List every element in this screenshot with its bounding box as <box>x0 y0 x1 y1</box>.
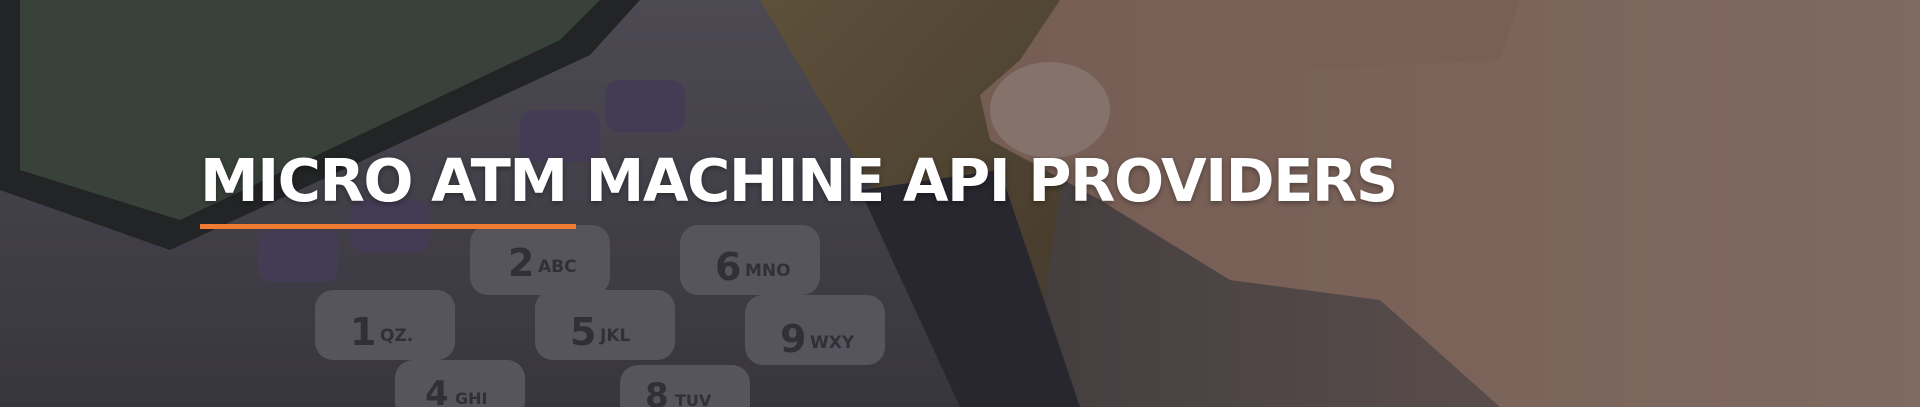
hero-heading: MICRO ATM MACHINE API PROVIDERS <box>200 146 1398 229</box>
page-title: MICRO ATM MACHINE API PROVIDERS <box>200 146 1398 215</box>
hero-banner: 2 ABC 6 MNO 1 QZ. 5 JKL 9 WXY 4 GHI 8 TU… <box>0 0 1920 407</box>
title-underline <box>200 223 576 229</box>
